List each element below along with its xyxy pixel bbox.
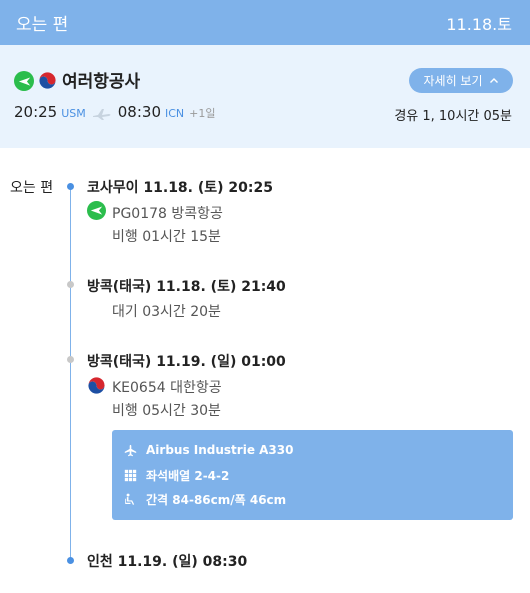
arrival-airport-code: ICN <box>165 107 185 120</box>
aircraft-model: Airbus Industrie A330 <box>146 443 294 457</box>
segment-flight: PG0178 방콕항공 <box>112 206 223 222</box>
departure-time: 20:25 <box>14 103 58 121</box>
arrival-time: 08:30 <box>117 103 161 121</box>
timeline-label: 오는 편 <box>10 180 54 196</box>
timeline-dot <box>67 183 74 190</box>
legroom-seat-icon <box>125 493 135 505</box>
timeline-dot <box>67 356 74 363</box>
aircraft-model-row: Airbus Industrie A330 <box>124 443 293 457</box>
airline-name: 여러항공사 <box>62 72 141 92</box>
seat-layout: 좌석배열 2-4-2 <box>146 469 230 483</box>
details-toggle-button[interactable]: 자세히 보기 <box>409 68 513 93</box>
seat-pitch: 간격 84-86cm/폭 46cm <box>146 493 287 507</box>
segment-duration: 비행 01시간 15분 <box>112 229 221 245</box>
plane-icon <box>92 109 111 120</box>
stop-departure: 코사무이 11.18. (토) 20:25 <box>87 180 273 196</box>
day-offset: +1일 <box>189 107 216 120</box>
details-button-label: 자세히 보기 <box>423 74 483 88</box>
stop-layover-arrival: 방콕(태국) 11.18. (토) 21:40 <box>87 279 286 295</box>
seat-layout-row: 좌석배열 2-4-2 <box>124 467 229 484</box>
segment-flight: KE0654 대한항공 <box>112 380 222 396</box>
departure-airport-code: USM <box>61 107 86 120</box>
header-date: 11.18.토 <box>446 15 512 34</box>
route-summary: 20:25 USM 08:30 ICN +1일 <box>14 103 216 125</box>
aircraft-info-box: Airbus Industrie A330 좌석배열 2-4-2 간격 84-8… <box>112 430 513 520</box>
bangkok-airways-logo-icon <box>14 71 34 91</box>
chevron-up-icon <box>489 77 498 83</box>
timeline-dot <box>67 281 74 288</box>
flight-summary: 여러항공사 자세히 보기 20:25 USM 08:30 ICN +1일 경유 … <box>0 45 530 148</box>
stop-layover-departure: 방콕(태국) 11.19. (일) 01:00 <box>87 354 286 370</box>
korean-air-logo-icon <box>39 72 56 89</box>
return-flight-header: 오는 편 11.18.토 <box>0 0 530 45</box>
seat-pitch-row: 간격 84-86cm/폭 46cm <box>124 491 286 508</box>
stops-and-duration: 경유 1, 10시간 05분 <box>394 109 512 124</box>
plane-icon <box>124 444 137 456</box>
seat-grid-icon <box>124 469 137 482</box>
layover-duration: 대기 03시간 20분 <box>112 304 221 320</box>
header-title: 오는 편 <box>16 15 69 35</box>
bangkok-airways-logo-icon <box>87 201 106 220</box>
korean-air-logo-icon <box>88 377 105 394</box>
segment-duration: 비행 05시간 30분 <box>112 403 221 419</box>
timeline-dot <box>67 557 74 564</box>
stop-arrival: 인천 11.19. (일) 08:30 <box>87 554 248 570</box>
timeline-line <box>70 186 71 560</box>
